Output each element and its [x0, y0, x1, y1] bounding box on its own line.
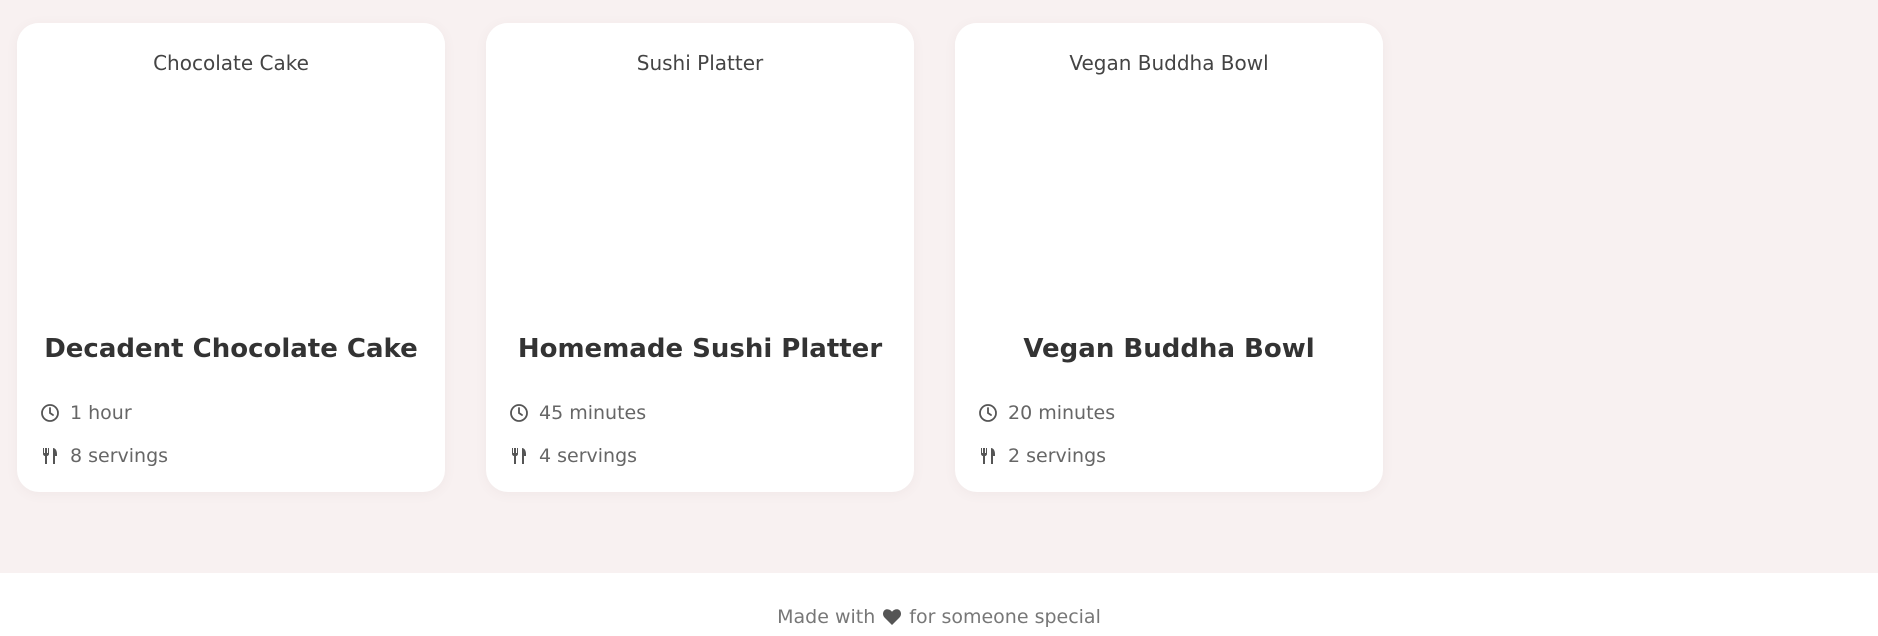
recipe-title[interactable]: Vegan Buddha Bowl [955, 334, 1383, 365]
recipe-time: 1 hour [40, 402, 132, 424]
recipe-servings-text: 4 servings [539, 445, 638, 467]
recipe-servings: 2 servings [978, 445, 1106, 467]
recipe-time-text: 20 minutes [1008, 402, 1116, 424]
utensils-icon [978, 446, 998, 466]
recipe-servings-text: 8 servings [70, 445, 169, 467]
recipe-image-alt-text: Sushi Platter [636, 51, 764, 75]
footer-message: Made with for someone special [0, 606, 1878, 628]
footer-prefix: Made with [777, 606, 876, 628]
recipe-image-alt-text: Chocolate Cake [153, 51, 309, 75]
recipe-title[interactable]: Decadent Chocolate Cake [17, 334, 445, 365]
footer-suffix: for someone special [909, 606, 1101, 628]
heart-icon [882, 608, 902, 626]
recipe-card-chocolate-cake[interactable]: Chocolate Cake Decadent Chocolate Cake 1… [17, 23, 445, 492]
recipe-image: Chocolate Cake [17, 23, 445, 293]
recipe-servings: 4 servings [509, 445, 637, 467]
recipe-image-alt-text: Vegan Buddha Bowl [1069, 51, 1269, 75]
recipe-servings: 8 servings [40, 445, 168, 467]
recipe-card-sushi-platter[interactable]: Sushi Platter Homemade Sushi Platter 45 … [486, 23, 914, 492]
recipe-time: 20 minutes [978, 402, 1115, 424]
recipe-card-grid: Chocolate Cake Decadent Chocolate Cake 1… [17, 23, 1383, 492]
recipe-image: Sushi Platter [486, 23, 914, 293]
utensils-icon [509, 446, 529, 466]
recipe-time-text: 45 minutes [539, 402, 647, 424]
utensils-icon [40, 446, 60, 466]
page-footer: Made with for someone special [0, 573, 1878, 636]
recipe-servings-text: 2 servings [1008, 445, 1107, 467]
clock-icon [509, 403, 529, 423]
recipe-time-text: 1 hour [70, 402, 132, 424]
recipe-page: Chocolate Cake Decadent Chocolate Cake 1… [0, 0, 1878, 636]
clock-icon [40, 403, 60, 423]
recipe-card-vegan-buddha-bowl[interactable]: Vegan Buddha Bowl Vegan Buddha Bowl 20 m… [955, 23, 1383, 492]
recipe-title[interactable]: Homemade Sushi Platter [486, 334, 914, 365]
clock-icon [978, 403, 998, 423]
recipe-time: 45 minutes [509, 402, 646, 424]
recipe-image: Vegan Buddha Bowl [955, 23, 1383, 293]
